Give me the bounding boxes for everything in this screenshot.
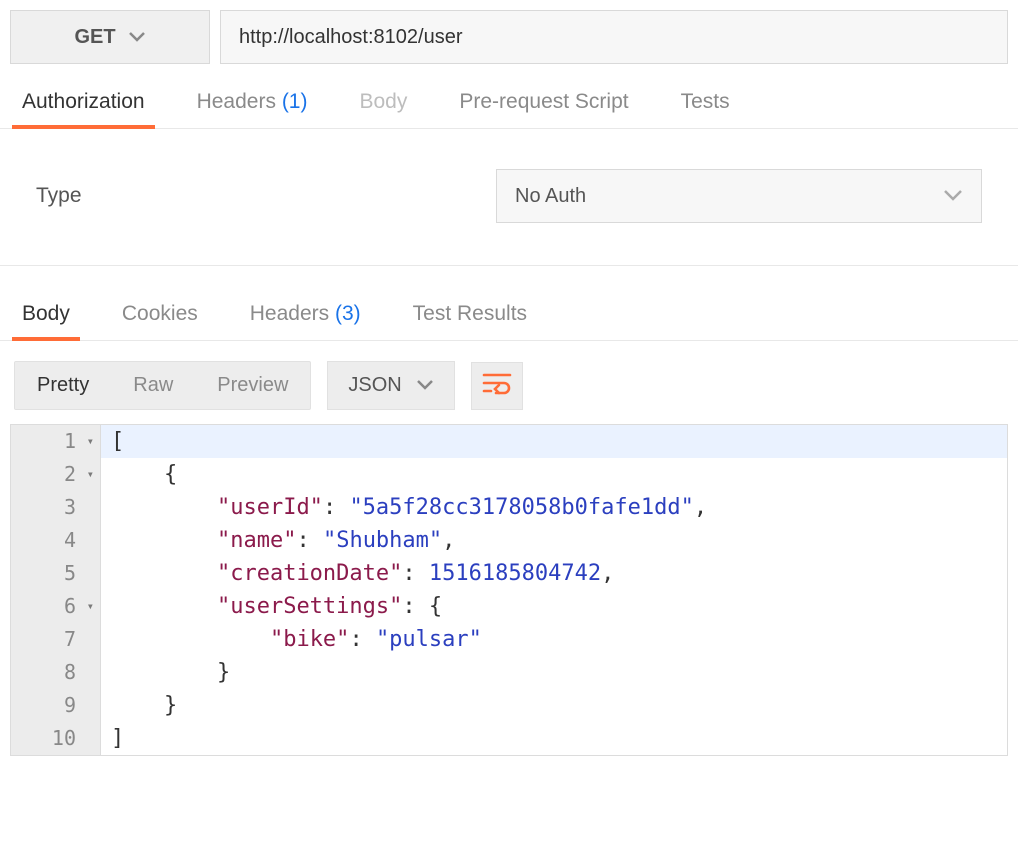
tab-label: Pre-request Script bbox=[459, 90, 628, 113]
code-line[interactable]: 5 "creationDate": 1516185804742, bbox=[11, 557, 1007, 590]
method-label: GET bbox=[74, 26, 115, 49]
line-number: 2 bbox=[64, 458, 76, 491]
fold-toggle-icon[interactable]: ▾ bbox=[80, 458, 94, 491]
tab-label: Headers bbox=[197, 90, 276, 113]
line-number: 4 bbox=[64, 524, 76, 557]
seg-label: Raw bbox=[133, 374, 173, 396]
line-number: 1 bbox=[64, 425, 76, 458]
code-line[interactable]: 8 } bbox=[11, 656, 1007, 689]
code-line[interactable]: 3 "userId": "5a5f28cc3178058b0fafe1dd", bbox=[11, 491, 1007, 524]
code-line[interactable]: 6▾ "userSettings": { bbox=[11, 590, 1007, 623]
chevron-down-icon bbox=[943, 185, 963, 208]
line-number: 3 bbox=[64, 491, 76, 524]
auth-type-select[interactable]: No Auth bbox=[496, 169, 982, 223]
format-bar: Pretty Raw Preview JSON bbox=[0, 341, 1018, 424]
code-line[interactable]: 2▾ { bbox=[11, 458, 1007, 491]
tab-label: Body bbox=[22, 302, 70, 325]
code-line[interactable]: 10] bbox=[11, 722, 1007, 755]
wrap-lines-button[interactable] bbox=[471, 362, 523, 410]
tab-prerequest[interactable]: Pre-request Script bbox=[453, 74, 634, 128]
code-content: ] bbox=[101, 722, 124, 755]
line-gutter: 5 bbox=[11, 557, 101, 590]
auth-type-label: Type bbox=[36, 184, 456, 208]
line-gutter: 3 bbox=[11, 491, 101, 524]
tab-label: Headers bbox=[250, 302, 329, 325]
code-content: "bike": "pulsar" bbox=[101, 623, 482, 656]
line-number: 7 bbox=[64, 623, 76, 656]
code-content: "userSettings": { bbox=[101, 590, 442, 623]
code-content: } bbox=[101, 689, 177, 722]
tab-badge: (1) bbox=[282, 90, 308, 113]
authorization-panel: Type No Auth bbox=[0, 129, 1018, 266]
fold-toggle-icon[interactable]: ▾ bbox=[80, 590, 94, 623]
fold-toggle-icon[interactable]: ▾ bbox=[80, 425, 94, 458]
code-content: [ bbox=[101, 425, 124, 458]
tab-response-headers[interactable]: Headers (3) bbox=[244, 286, 367, 340]
request-bar: GET bbox=[0, 0, 1018, 74]
seg-label: Pretty bbox=[37, 374, 89, 396]
seg-label: Preview bbox=[217, 374, 288, 396]
chevron-down-icon bbox=[128, 31, 146, 43]
tab-label: Cookies bbox=[122, 302, 198, 325]
view-raw[interactable]: Raw bbox=[111, 362, 195, 409]
line-gutter: 2▾ bbox=[11, 458, 101, 491]
line-gutter: 10 bbox=[11, 722, 101, 755]
format-label: JSON bbox=[348, 374, 401, 397]
tab-headers[interactable]: Headers (1) bbox=[191, 74, 314, 128]
code-content: "userId": "5a5f28cc3178058b0fafe1dd", bbox=[101, 491, 707, 524]
tab-label: Body bbox=[359, 90, 407, 113]
tab-badge: (3) bbox=[335, 302, 361, 325]
tab-label: Test Results bbox=[413, 302, 527, 325]
line-number: 10 bbox=[52, 722, 76, 755]
code-line[interactable]: 7 "bike": "pulsar" bbox=[11, 623, 1007, 656]
line-number: 9 bbox=[64, 689, 76, 722]
view-mode-group: Pretty Raw Preview bbox=[14, 361, 311, 410]
line-gutter: 7 bbox=[11, 623, 101, 656]
wrap-icon bbox=[482, 371, 512, 401]
tab-label: Tests bbox=[681, 90, 730, 113]
tab-response-cookies[interactable]: Cookies bbox=[116, 286, 204, 340]
code-content: { bbox=[101, 458, 177, 491]
response-code-viewer[interactable]: 1▾[2▾ {3 "userId": "5a5f28cc3178058b0faf… bbox=[10, 424, 1008, 756]
method-dropdown[interactable]: GET bbox=[10, 10, 210, 64]
format-dropdown[interactable]: JSON bbox=[327, 361, 454, 410]
tab-tests[interactable]: Tests bbox=[675, 74, 736, 128]
code-content: "creationDate": 1516185804742, bbox=[101, 557, 614, 590]
line-gutter: 1▾ bbox=[11, 425, 101, 458]
tab-body[interactable]: Body bbox=[353, 74, 413, 128]
code-line[interactable]: 1▾[ bbox=[11, 425, 1007, 458]
response-tabs: Body Cookies Headers (3) Test Results bbox=[0, 286, 1018, 341]
line-gutter: 6▾ bbox=[11, 590, 101, 623]
line-number: 8 bbox=[64, 656, 76, 689]
chevron-down-icon bbox=[416, 374, 434, 397]
line-gutter: 8 bbox=[11, 656, 101, 689]
view-pretty[interactable]: Pretty bbox=[15, 362, 111, 409]
code-content: "name": "Shubham", bbox=[101, 524, 455, 557]
tab-authorization[interactable]: Authorization bbox=[16, 74, 151, 128]
code-line[interactable]: 4 "name": "Shubham", bbox=[11, 524, 1007, 557]
line-gutter: 9 bbox=[11, 689, 101, 722]
tab-response-body[interactable]: Body bbox=[16, 286, 76, 340]
tab-label: Authorization bbox=[22, 90, 145, 113]
line-number: 6 bbox=[64, 590, 76, 623]
tab-response-test-results[interactable]: Test Results bbox=[407, 286, 533, 340]
line-gutter: 4 bbox=[11, 524, 101, 557]
code-line[interactable]: 9 } bbox=[11, 689, 1007, 722]
line-number: 5 bbox=[64, 557, 76, 590]
view-preview[interactable]: Preview bbox=[195, 362, 310, 409]
request-tabs: Authorization Headers (1) Body Pre-reque… bbox=[0, 74, 1018, 129]
auth-type-value: No Auth bbox=[515, 185, 586, 208]
url-input[interactable] bbox=[220, 10, 1008, 64]
code-content: } bbox=[101, 656, 230, 689]
